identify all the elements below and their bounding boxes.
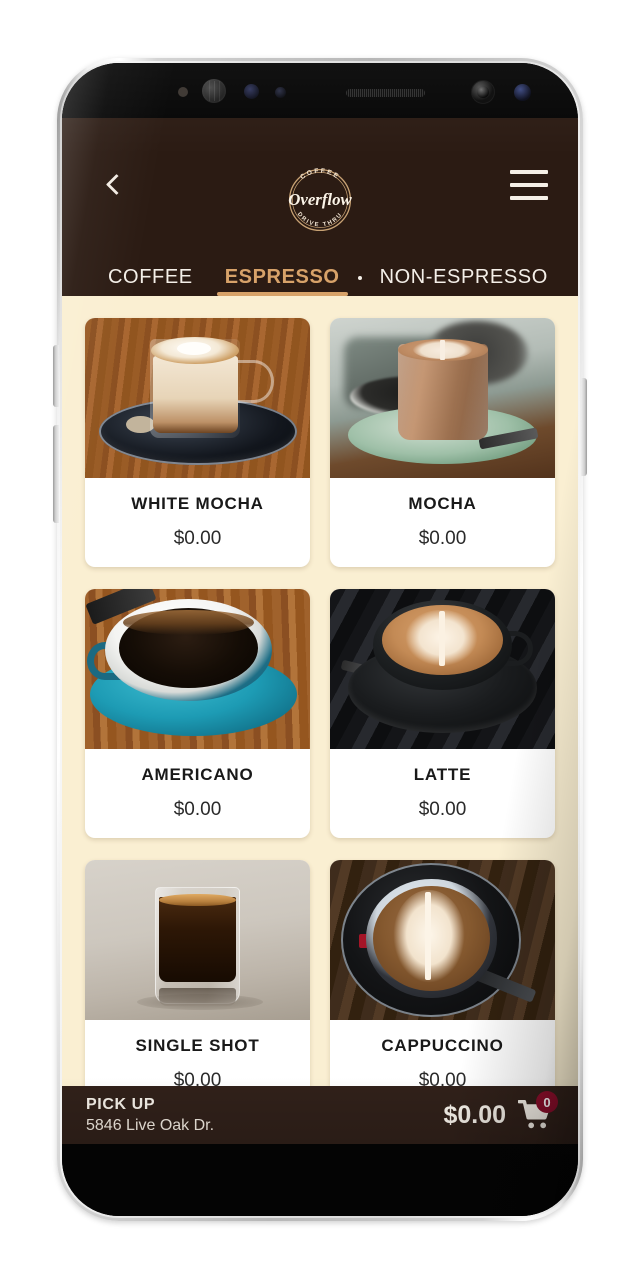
product-info: SINGLE SHOT $0.00 [85,1020,310,1086]
product-price: $0.00 [173,528,222,549]
volume-down-button[interactable] [53,425,59,523]
volume-up-button[interactable] [53,345,59,407]
product-card[interactable]: SINGLE SHOT $0.00 [85,860,310,1086]
product-info: AMERICANO $0.00 [85,749,310,838]
mocha-photo [330,318,555,478]
phone-bottom-bezel [62,1144,578,1216]
latte-photo [330,589,555,749]
product-name: SINGLE SHOT [135,1036,260,1055]
product-name: LATTE [413,765,472,784]
single-shot-photo [85,860,310,1020]
power-button[interactable] [581,378,587,476]
iris-scanner-icon [202,79,226,103]
product-scroll-area[interactable]: WHITE MOCHA $0.00 MOCHA $0.00 AMERICANO … [62,296,578,1086]
phone-mockup-stage: COFFEE DRIVE THRU Overflow COFFEE ESPRES… [0,0,640,1280]
category-tab-bar[interactable]: COFFEE ESPRESSO NON-ESPRESSO KIDS [62,240,578,296]
app-header: COFFEE DRIVE THRU Overflow [62,118,578,240]
hamburger-menu-button[interactable] [510,170,548,200]
cart-button[interactable]: 0 [517,1091,558,1130]
tab-label: COFFEE [108,266,193,288]
order-mode-label: PICK UP [86,1095,156,1113]
proximity-sensor-icon [244,84,259,99]
tab-label: ESPRESSO [224,266,340,288]
phone-screen: COFFEE DRIVE THRU Overflow COFFEE ESPRES… [62,63,578,1216]
order-total-amount: $0.00 [443,1100,506,1129]
tab-separator-dot [357,276,362,280]
hamburger-line-1 [510,170,548,174]
phone-top-bezel [62,63,578,118]
svg-text:COFFEE: COFFEE [299,168,341,181]
product-price: $0.00 [173,799,222,820]
product-price: $0.00 [418,528,467,549]
tab-kids[interactable]: KIDS [564,240,578,296]
app-viewport: COFFEE DRIVE THRU Overflow COFFEE ESPRES… [62,118,578,1144]
product-card[interactable]: CAPPUCCINO $0.00 [330,860,555,1086]
product-name: WHITE MOCHA [131,494,264,513]
order-fulfillment-info: PICK UP 5846 Live Oak Dr. [86,1095,215,1134]
sensor-dot-icon [178,87,188,97]
chevron-left-icon [105,173,128,195]
earpiece-speaker-icon [346,89,425,97]
brand-logo: COFFEE DRIVE THRU Overflow [280,160,360,240]
front-camera-icon [471,80,495,104]
white-mocha-photo [85,318,310,478]
hamburger-line-2 [510,183,548,187]
product-name: AMERICANO [141,765,254,784]
product-card[interactable]: LATTE $0.00 [330,589,555,838]
cart-summary[interactable]: $0.00 0 [443,1091,558,1130]
product-info: WHITE MOCHA $0.00 [85,478,310,567]
product-card[interactable]: MOCHA $0.00 [330,318,555,567]
product-card[interactable]: WHITE MOCHA $0.00 [85,318,310,567]
product-info: LATTE $0.00 [330,749,555,838]
order-address-label: 5846 Live Oak Dr. [86,1116,215,1134]
product-price: $0.00 [173,1070,222,1086]
tab-label: NON-ESPRESSO [379,266,548,288]
product-price: $0.00 [418,799,467,820]
product-info: CAPPUCCINO $0.00 [330,1020,555,1086]
product-card[interactable]: AMERICANO $0.00 [85,589,310,838]
light-sensor-icon [275,87,286,98]
hamburger-line-3 [510,196,548,200]
product-grid: WHITE MOCHA $0.00 MOCHA $0.00 AMERICANO … [85,318,555,1086]
secondary-sensor-icon [514,84,531,101]
logo-top-arc-text: COFFEE [299,168,339,181]
product-info: MOCHA $0.00 [330,478,555,567]
tab-non-espresso[interactable]: NON-ESPRESSO [364,240,564,296]
product-name: MOCHA [408,494,477,513]
product-name: CAPPUCCINO [381,1036,504,1055]
tab-coffee[interactable]: COFFEE [92,240,209,296]
back-button[interactable] [95,165,133,203]
americano-photo [85,589,310,749]
cart-count-badge: 0 [536,1091,558,1113]
cappuccino-photo [330,860,555,1020]
logo-wordmark: Overflow [288,190,352,209]
tab-espresso[interactable]: ESPRESSO [209,240,356,296]
product-price: $0.00 [418,1070,467,1086]
order-summary-bar[interactable]: PICK UP 5846 Live Oak Dr. $0.00 0 [62,1086,578,1144]
